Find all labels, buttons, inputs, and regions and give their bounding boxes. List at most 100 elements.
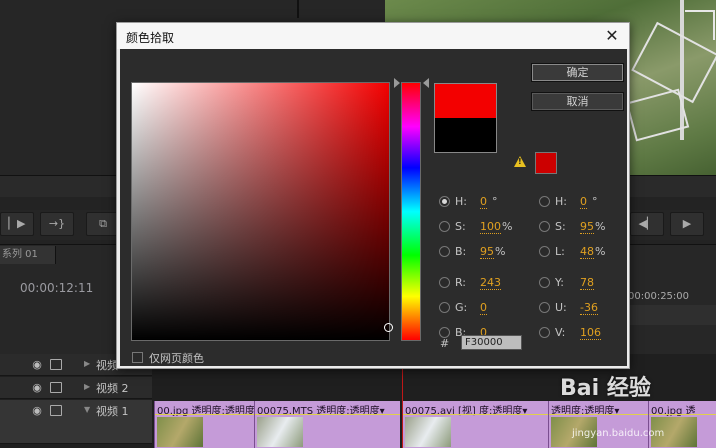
timeline-clip[interactable]: 00.jpg 透: [648, 401, 716, 448]
radio-rgb-g[interactable]: [439, 302, 450, 313]
yuv-y-value[interactable]: 78: [580, 276, 594, 290]
expand-triangle-icon[interactable]: ▶: [84, 359, 90, 368]
websafe-color-swatch[interactable]: [535, 152, 557, 174]
opacity-line[interactable]: [649, 414, 716, 415]
clip-thumbnail: [257, 417, 303, 447]
timeline-clip[interactable]: 00075.avi [视] 度:透明度▾: [402, 401, 548, 448]
timeline-ruler[interactable]: [628, 305, 716, 325]
radio-hsb-h[interactable]: [439, 196, 450, 207]
step-back-button[interactable]: ▏▶: [0, 212, 34, 236]
unit-label: °: [492, 195, 498, 208]
radio-hsb-s[interactable]: [439, 221, 450, 232]
eye-icon[interactable]: ◉: [30, 404, 44, 418]
eye-icon[interactable]: ◉: [30, 358, 44, 372]
filmstrip-icon[interactable]: [50, 359, 62, 370]
field-label: H:: [455, 195, 467, 208]
radio-hsl-h[interactable]: [539, 196, 550, 207]
radio-hsb-b[interactable]: [439, 246, 450, 257]
color-marker[interactable]: [384, 323, 393, 332]
field-label: Y:: [555, 276, 564, 289]
play-button[interactable]: ▶: [670, 212, 704, 236]
timeline-clip[interactable]: 透明度:透明度▾: [548, 401, 648, 448]
hsl-l-row[interactable]: L: 48 %: [539, 245, 619, 259]
dialog-body: 确定 取消 ! H: 0 ° S: 100 % B: 95 % H: 0 ° S…: [120, 49, 627, 366]
yuv-u-value[interactable]: -36: [580, 301, 598, 315]
tab-sequence[interactable]: 系列 01: [0, 246, 56, 264]
hsb-b-row[interactable]: B: 95 %: [439, 245, 519, 259]
clip-thumbnail: [157, 417, 203, 447]
hsb-s-value[interactable]: 100: [480, 220, 501, 234]
close-icon[interactable]: ✕: [597, 25, 627, 47]
overlay-button[interactable]: ⧉: [86, 212, 120, 236]
hsb-s-row[interactable]: S: 100 %: [439, 220, 519, 234]
field-label: S:: [455, 220, 466, 233]
track-label: 视频: [96, 359, 118, 372]
hue-slider[interactable]: [401, 82, 421, 341]
filmstrip-icon[interactable]: [50, 382, 62, 393]
watermark-logo: Bai 经验: [560, 376, 651, 401]
websafe-checkbox[interactable]: [132, 352, 143, 363]
yuv-y-row[interactable]: Y: 78: [539, 276, 619, 290]
field-label: V:: [555, 326, 566, 339]
track-label: 视频 1: [96, 405, 129, 418]
track-header-video2: ◉ ▶ 视频 2: [0, 377, 152, 399]
ok-button[interactable]: 确定: [531, 63, 624, 82]
dialog-title: 颜色拾取: [126, 31, 175, 45]
opacity-line[interactable]: [549, 414, 648, 415]
hsb-h-row[interactable]: H: 0 °: [439, 195, 519, 209]
hsb-b-value[interactable]: 95: [480, 245, 494, 259]
insert-button[interactable]: →}: [40, 212, 74, 236]
yuv-v-value[interactable]: 106: [580, 326, 601, 340]
warning-glyph: !: [518, 157, 522, 166]
yuv-u-row[interactable]: U: -36: [539, 301, 619, 315]
ruler-timecode: 00:00:25:00: [628, 291, 690, 302]
radio-yuv-v[interactable]: [539, 327, 550, 338]
rgb-r-value[interactable]: 243: [480, 276, 501, 290]
hex-label: #: [440, 337, 450, 350]
radio-yuv-y[interactable]: [539, 277, 550, 288]
hex-input[interactable]: [461, 335, 522, 350]
rgb-g-value[interactable]: 0: [480, 301, 487, 315]
hsl-h-value[interactable]: 0: [580, 195, 587, 209]
unit-label: %: [495, 245, 506, 258]
yuv-v-row[interactable]: V: 106: [539, 326, 619, 340]
unit-label: %: [595, 245, 606, 258]
hsb-h-value[interactable]: 0: [480, 195, 487, 209]
step-forward-button[interactable]: ◀▏: [630, 212, 664, 236]
field-label: L:: [555, 245, 565, 258]
opacity-line[interactable]: [255, 414, 400, 415]
rgb-g-row[interactable]: G: 0: [439, 301, 519, 315]
cancel-button[interactable]: 取消: [531, 92, 624, 111]
hsl-h-row[interactable]: H: 0 °: [539, 195, 619, 209]
track-label: 视频 2: [96, 382, 129, 395]
hsl-l-value[interactable]: 48: [580, 245, 594, 259]
hue-slider-arrow-left-icon[interactable]: [394, 78, 400, 88]
rgb-r-row[interactable]: R: 243: [439, 276, 519, 290]
saturation-brightness-field[interactable]: [131, 82, 393, 341]
app-window: ▏▶ →} ⧉ ◀▏ ▶ 系列 01 00:00:12:11 00:00:25:…: [0, 0, 716, 448]
timeline-timecode[interactable]: 00:00:12:11: [20, 281, 93, 295]
original-color-swatch[interactable]: [434, 118, 497, 153]
radio-rgb-r[interactable]: [439, 277, 450, 288]
collapse-triangle-icon[interactable]: ▼: [84, 405, 90, 414]
hsl-s-row[interactable]: S: 95 %: [539, 220, 619, 234]
field-label: U:: [555, 301, 567, 314]
radio-yuv-u[interactable]: [539, 302, 550, 313]
expand-triangle-icon[interactable]: ▶: [84, 382, 90, 391]
radio-hsl-s[interactable]: [539, 221, 550, 232]
watermark-url: jingyan.baidu.com: [572, 428, 665, 439]
radio-hsl-l[interactable]: [539, 246, 550, 257]
timeline-clip[interactable]: 00.jpg 透明度:透明度▾: [154, 401, 254, 448]
hsl-s-value[interactable]: 95: [580, 220, 594, 234]
eye-icon[interactable]: ◉: [30, 381, 44, 395]
color-picker-dialog: 颜色拾取 ✕ 确定 取消 ! H: 0 ° S: 100 % B: 95 % H…: [116, 22, 630, 369]
field-label: G:: [455, 301, 468, 314]
unit-label: %: [502, 220, 513, 233]
field-label: H:: [555, 195, 567, 208]
filmstrip-icon[interactable]: [50, 405, 62, 416]
hue-slider-arrow-right-icon[interactable]: [423, 78, 429, 88]
opacity-line[interactable]: [403, 414, 548, 415]
dialog-titlebar[interactable]: 颜色拾取 ✕: [117, 23, 629, 49]
timeline-clip[interactable]: 00075.MTS 透明度:透明度▾: [254, 401, 400, 448]
opacity-line[interactable]: [155, 414, 254, 415]
